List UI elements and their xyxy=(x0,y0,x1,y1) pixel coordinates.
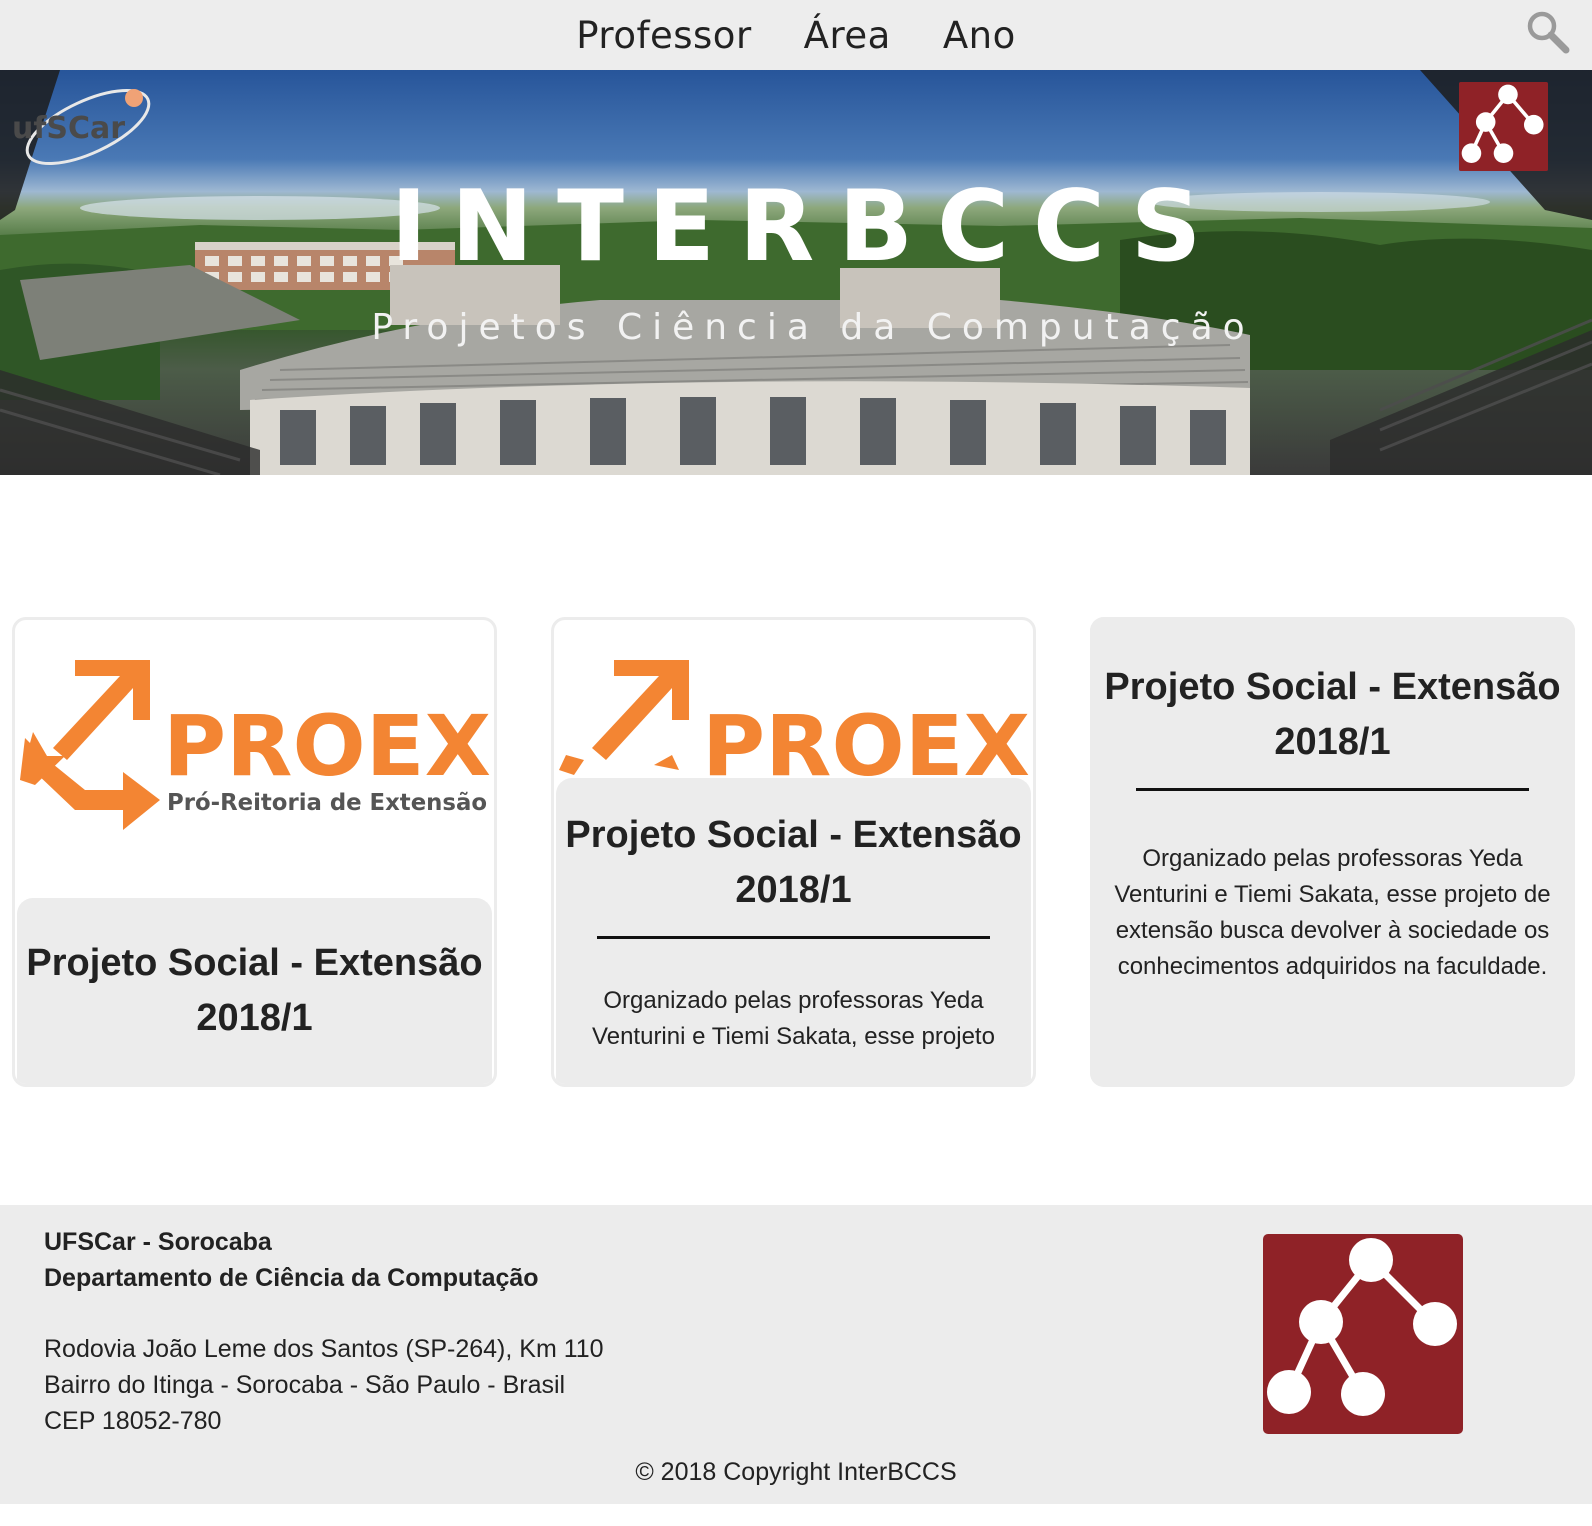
hero-subtitle: Projetos Ciência da Computação xyxy=(371,307,1255,348)
nav-menu: Professor Área Ano xyxy=(0,0,1592,70)
copyright: © 2018 Copyright InterBCCS xyxy=(635,1458,957,1486)
card-title: Projeto Social - Extensão 2018/1 xyxy=(26,942,483,1039)
svg-text:PROEX: PROEX xyxy=(163,697,491,795)
card-title: Projeto Social - Extensão 2018/1 xyxy=(1104,666,1561,763)
hero-title: INTERBCCS xyxy=(390,170,1226,284)
card-description: Organizado pelas professoras Yeda Ventur… xyxy=(1114,845,1551,980)
card-description: Organizado pelas professoras Yeda Ventur… xyxy=(592,987,995,1050)
footer-address-line1: Rodovia João Leme dos Santos (SP-264), K… xyxy=(44,1335,604,1363)
footer-department: Departamento de Ciência da Computação xyxy=(44,1264,539,1292)
project-card[interactable]: PROEX Projeto Social - Extensão 2018/1 O… xyxy=(551,617,1036,1087)
nav-item-ano[interactable]: Ano xyxy=(943,17,1016,54)
card-title: Projeto Social - Extensão 2018/1 xyxy=(565,814,1022,911)
project-card[interactable]: PROEX Pró-Reitoria de Extensão Projeto S… xyxy=(12,617,497,1087)
footer-institution: UFSCar - Sorocaba xyxy=(44,1228,272,1256)
footer-address-line2: Bairro do Itinga - Sorocaba - São Paulo … xyxy=(44,1371,566,1399)
card-content: Projeto Social - Extensão 2018/1 Organiz… xyxy=(1090,617,1575,1087)
card-content: Projeto Social - Extensão 2018/1 xyxy=(17,898,492,1084)
svg-text:Pró-Reitoria de Extensão: Pró-Reitoria de Extensão xyxy=(167,790,487,816)
title-divider xyxy=(1136,788,1529,791)
project-card[interactable]: Projeto Social - Extensão 2018/1 Organiz… xyxy=(1090,617,1575,1087)
svg-text:ufSCar: ufSCar xyxy=(12,111,125,146)
footer-cep: CEP 18052-780 xyxy=(44,1407,222,1435)
card-content: Projeto Social - Extensão 2018/1 Organiz… xyxy=(556,778,1031,1084)
footer: UFSCar - Sorocaba Departamento de Ciênci… xyxy=(0,1205,1592,1504)
proex-logo: PROEX Pró-Reitoria de Extensão xyxy=(20,660,491,830)
nav-item-area[interactable]: Área xyxy=(804,17,891,54)
search-icon[interactable] xyxy=(1526,10,1570,54)
tree-graph-icon[interactable] xyxy=(1459,82,1548,171)
nav-item-professor[interactable]: Professor xyxy=(576,17,751,54)
ufscar-logo: ufSCar xyxy=(12,88,151,166)
tree-graph-icon xyxy=(1263,1234,1463,1434)
top-navigation: Professor Área Ano xyxy=(0,0,1592,70)
title-divider xyxy=(597,936,990,939)
hero-banner: ufSCar INTERBCCS Projetos Ciência da Com… xyxy=(0,70,1592,475)
